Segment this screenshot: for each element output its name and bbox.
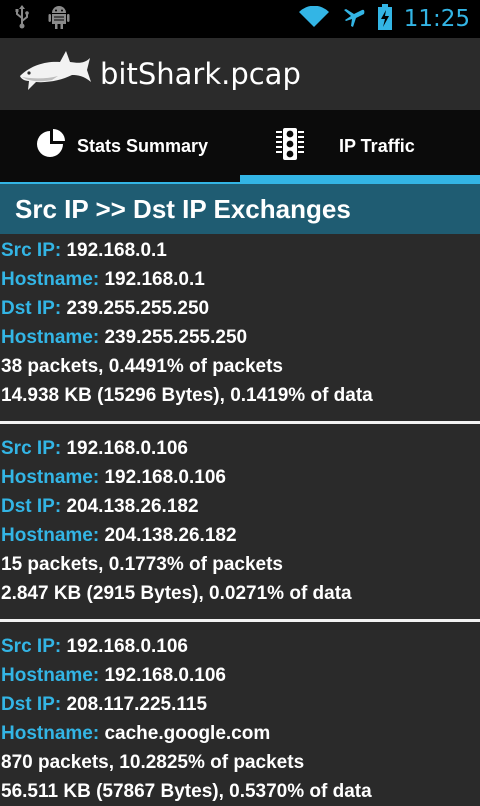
src-ip-label: Src IP:	[1, 438, 62, 459]
hostname-label: Hostname:	[1, 723, 100, 744]
dst-hostname-value: 239.255.255.250	[104, 327, 248, 348]
data-line: 2.847 KB (2915 Bytes), 0.0271% of data	[1, 583, 352, 604]
usb-icon	[14, 4, 30, 34]
src-ip-row: Src IP: 192.168.0.106	[0, 434, 480, 463]
dst-hostname-row: Hostname: 204.138.26.182	[0, 521, 480, 550]
dst-ip-value: 239.255.255.250	[66, 298, 210, 319]
exchange-item[interactable]: Src IP: 192.168.0.1 Hostname: 192.168.0.…	[0, 236, 480, 410]
section-header: Src IP >> Dst IP Exchanges	[0, 184, 480, 234]
dst-ip-row: Dst IP: 239.255.255.250	[0, 294, 480, 323]
hostname-label: Hostname:	[1, 525, 100, 546]
dst-ip-row: Dst IP: 204.138.26.182	[0, 492, 480, 521]
dst-hostname-value: cache.google.com	[104, 723, 271, 744]
dst-ip-label: Dst IP:	[1, 694, 62, 715]
tab-stats-summary[interactable]: Stats Summary	[0, 110, 240, 182]
data-line: 56.511 KB (57867 Bytes), 0.5370% of data	[1, 781, 372, 802]
src-hostname-value: 192.168.0.106	[104, 665, 226, 686]
pie-chart-icon	[35, 128, 67, 165]
src-ip-value: 192.168.0.106	[66, 438, 188, 459]
shark-logo-icon[interactable]	[18, 50, 92, 99]
wifi-icon	[298, 5, 330, 33]
src-ip-value: 192.168.0.106	[66, 636, 188, 657]
tab-ip-traffic[interactable]: IP Traffic	[240, 110, 480, 182]
dst-ip-value: 204.138.26.182	[66, 496, 199, 517]
packets-line: 870 packets, 10.2825% of packets	[1, 752, 305, 773]
hostname-label: Hostname:	[1, 467, 100, 488]
airplane-icon	[342, 5, 366, 34]
src-hostname-row: Hostname: 192.168.0.106	[0, 463, 480, 492]
dst-ip-value: 208.117.225.115	[66, 694, 208, 715]
packets-line: 38 packets, 0.4491% of packets	[1, 356, 284, 377]
hostname-label: Hostname:	[1, 269, 100, 290]
packets-line: 15 packets, 0.1773% of packets	[1, 554, 284, 575]
selected-tab-indicator	[240, 175, 480, 182]
src-ip-label: Src IP:	[1, 636, 62, 657]
hostname-label: Hostname:	[1, 327, 100, 348]
src-ip-label: Src IP:	[1, 240, 62, 261]
tab-label: Stats Summary	[77, 135, 209, 156]
battery-charging-icon	[377, 3, 392, 35]
dst-hostname-row: Hostname: cache.google.com	[0, 719, 480, 748]
status-bar: 11:25	[0, 0, 480, 38]
dst-ip-row: Dst IP: 208.117.225.115	[0, 690, 480, 719]
dst-hostname-value: 204.138.26.182	[104, 525, 237, 546]
src-hostname-value: 192.168.0.106	[104, 467, 226, 488]
src-ip-value: 192.168.0.1	[66, 240, 167, 261]
dst-hostname-row: Hostname: 239.255.255.250	[0, 323, 480, 352]
traffic-light-icon	[275, 127, 305, 166]
section-title: Src IP >> Dst IP Exchanges	[15, 193, 351, 224]
src-ip-row: Src IP: 192.168.0.106	[0, 632, 480, 661]
app-title: bitShark.pcap	[100, 57, 301, 91]
tab-label: IP Traffic	[339, 135, 415, 156]
src-hostname-value: 192.168.0.1	[104, 269, 205, 290]
status-time: 11:25	[403, 6, 470, 32]
src-hostname-row: Hostname: 192.168.0.1	[0, 265, 480, 294]
hostname-label: Hostname:	[1, 665, 100, 686]
android-debug-icon	[48, 4, 70, 35]
dst-ip-label: Dst IP:	[1, 496, 62, 517]
exchange-item[interactable]: Src IP: 192.168.0.106 Hostname: 192.168.…	[0, 632, 480, 806]
data-line: 14.938 KB (15296 Bytes), 0.1419% of data	[1, 385, 373, 406]
tab-bar: Stats Summary IP Traffic	[0, 110, 480, 182]
exchange-list[interactable]: Src IP: 192.168.0.1 Hostname: 192.168.0.…	[0, 236, 480, 806]
exchange-item[interactable]: Src IP: 192.168.0.106 Hostname: 192.168.…	[0, 434, 480, 608]
src-hostname-row: Hostname: 192.168.0.106	[0, 661, 480, 690]
action-bar: bitShark.pcap	[0, 38, 480, 110]
list-divider	[0, 421, 480, 424]
dst-ip-label: Dst IP:	[1, 298, 62, 319]
list-divider	[0, 619, 480, 622]
src-ip-row: Src IP: 192.168.0.1	[0, 236, 480, 265]
